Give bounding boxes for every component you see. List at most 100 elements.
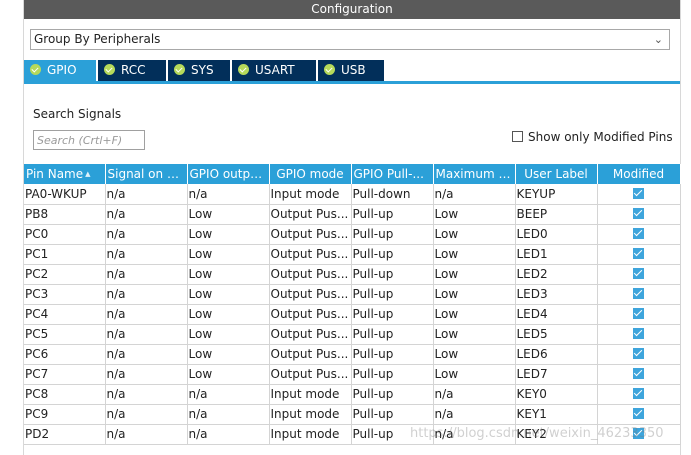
user-label-cell[interactable]: LED3 [515,284,598,305]
max-speed-cell[interactable]: Low [433,244,516,265]
tab-usart[interactable]: USART [232,60,316,81]
gpio-pull-cell[interactable]: Pull-up [351,404,434,425]
pin-name-cell[interactable]: PA0-WKUP [24,184,106,205]
gpio-pull-cell[interactable]: Pull-up [351,224,434,245]
user-label-cell[interactable]: LED5 [515,324,598,345]
table-row[interactable]: PA0-WKUP n/a n/a Input mode Pull-down n/a KEYU… [24,184,681,205]
gpio-output-cell[interactable]: Low [187,204,270,225]
column-header-gpio-output[interactable]: GPIO outpu... [187,164,270,184]
gpio-pull-cell[interactable]: Pull-up [351,324,434,345]
pin-name-cell[interactable]: PC0 [24,224,106,245]
gpio-output-cell[interactable]: Low [187,224,270,245]
max-speed-cell[interactable]: Low [433,344,516,365]
gpio-pull-cell[interactable]: Pull-up [351,204,434,225]
gpio-pull-cell[interactable]: Pull-up [351,344,434,365]
pin-name-cell[interactable]: PC3 [24,284,106,305]
show-modified-only-checkbox[interactable]: Show only Modified Pins [512,130,673,144]
pin-name-cell[interactable]: PC5 [24,324,106,345]
gpio-pull-cell[interactable]: Pull-up [351,244,434,265]
max-speed-cell[interactable]: n/a [433,404,516,425]
signal-cell[interactable]: n/a [105,424,188,445]
user-label-cell[interactable]: LED4 [515,304,598,325]
gpio-mode-cell[interactable]: Input mode [269,404,352,425]
gpio-mode-cell[interactable]: Input mode [269,384,352,405]
table-row[interactable]: PC7 n/a Low Output Pus... Pull-up Low LED7 [24,364,681,385]
user-label-cell[interactable]: BEEP [515,204,598,225]
gpio-output-cell[interactable]: n/a [187,184,270,205]
gpio-pull-cell[interactable]: Pull-up [351,304,434,325]
signal-cell[interactable]: n/a [105,264,188,285]
max-speed-cell[interactable]: Low [433,284,516,305]
signal-cell[interactable]: n/a [105,244,188,265]
signal-cell[interactable]: n/a [105,204,188,225]
user-label-cell[interactable]: LED0 [515,224,598,245]
user-label-cell[interactable]: LED6 [515,344,598,365]
signal-cell[interactable]: n/a [105,364,188,385]
gpio-pull-cell[interactable]: Pull-up [351,424,434,445]
max-speed-cell[interactable]: Low [433,264,516,285]
pin-name-cell[interactable]: PC8 [24,384,106,405]
signal-cell[interactable]: n/a [105,224,188,245]
gpio-output-cell[interactable]: Low [187,304,270,325]
gpio-mode-cell[interactable]: Output Pus... [269,244,352,265]
tab-gpio[interactable]: GPIO [24,60,96,81]
grouping-select[interactable]: Group By Peripherals ⌄ [30,29,670,50]
pin-name-cell[interactable]: PC4 [24,304,106,325]
gpio-mode-cell[interactable]: Output Pus... [269,284,352,305]
table-row[interactable]: PC5 n/a Low Output Pus... Pull-up Low LED5 [24,324,681,345]
table-row[interactable]: PC0 n/a Low Output Pus... Pull-up Low LED0 [24,224,681,245]
user-label-cell[interactable]: KEY2 [515,424,598,445]
tab-sys[interactable]: SYS [168,60,230,81]
gpio-mode-cell[interactable]: Input mode [269,184,352,205]
gpio-mode-cell[interactable]: Output Pus... [269,364,352,385]
gpio-output-cell[interactable]: n/a [187,424,270,445]
table-row[interactable]: PC3 n/a Low Output Pus... Pull-up Low LED3 [24,284,681,305]
signal-cell[interactable]: n/a [105,184,188,205]
table-row[interactable]: PD2 n/a n/a Input mode Pull-up n/a KEY2 [24,424,681,445]
user-label-cell[interactable]: LED7 [515,364,598,385]
gpio-pull-cell[interactable]: Pull-up [351,384,434,405]
column-header-user-label[interactable]: User Label [515,164,598,184]
checkbox-box[interactable] [512,131,523,142]
user-label-cell[interactable]: KEY0 [515,384,598,405]
max-speed-cell[interactable]: Low [433,364,516,385]
pin-name-cell[interactable]: PB8 [24,204,106,225]
user-label-cell[interactable]: KEYUP [515,184,598,205]
column-header-gpio-pull[interactable]: GPIO Pull-... [351,164,434,184]
signal-cell[interactable]: n/a [105,304,188,325]
gpio-pull-cell[interactable]: Pull-up [351,264,434,285]
column-header-max-speed[interactable]: Maximum o... [433,164,516,184]
gpio-output-cell[interactable]: Low [187,284,270,305]
max-speed-cell[interactable]: Low [433,304,516,325]
gpio-output-cell[interactable]: Low [187,264,270,285]
gpio-pull-cell[interactable]: Pull-up [351,284,434,305]
tab-usb[interactable]: USB [318,60,384,81]
table-row[interactable]: PC1 n/a Low Output Pus... Pull-up Low LED1 [24,244,681,265]
column-header-pin-name[interactable]: Pin Name ▲ [24,164,106,184]
pin-name-cell[interactable]: PD2 [24,424,106,445]
gpio-output-cell[interactable]: n/a [187,404,270,425]
signal-cell[interactable]: n/a [105,404,188,425]
pin-name-cell[interactable]: PC6 [24,344,106,365]
gpio-mode-cell[interactable]: Output Pus... [269,264,352,285]
table-row[interactable]: PC2 n/a Low Output Pus... Pull-up Low LED2 [24,264,681,285]
max-speed-cell[interactable]: n/a [433,384,516,405]
user-label-cell[interactable]: LED2 [515,264,598,285]
table-row[interactable]: PC4 n/a Low Output Pus... Pull-up Low LED4 [24,304,681,325]
gpio-output-cell[interactable]: Low [187,344,270,365]
pin-name-cell[interactable]: PC2 [24,264,106,285]
pin-name-cell[interactable]: PC9 [24,404,106,425]
pin-name-cell[interactable]: PC7 [24,364,106,385]
user-label-cell[interactable]: LED1 [515,244,598,265]
right-scroll-gutter[interactable] [680,0,691,455]
column-header-gpio-mode[interactable]: GPIO mode [269,164,352,184]
gpio-pull-cell[interactable]: Pull-up [351,364,434,385]
max-speed-cell[interactable]: n/a [433,184,516,205]
table-row[interactable]: PB8 n/a Low Output Pus... Pull-up Low BEEP [24,204,681,225]
table-row[interactable]: PC6 n/a Low Output Pus... Pull-up Low LED6 [24,344,681,365]
signal-cell[interactable]: n/a [105,344,188,365]
column-header-signal[interactable]: Signal on Pin [105,164,188,184]
gpio-mode-cell[interactable]: Output Pus... [269,304,352,325]
max-speed-cell[interactable]: n/a [433,424,516,445]
search-input[interactable] [33,130,145,150]
